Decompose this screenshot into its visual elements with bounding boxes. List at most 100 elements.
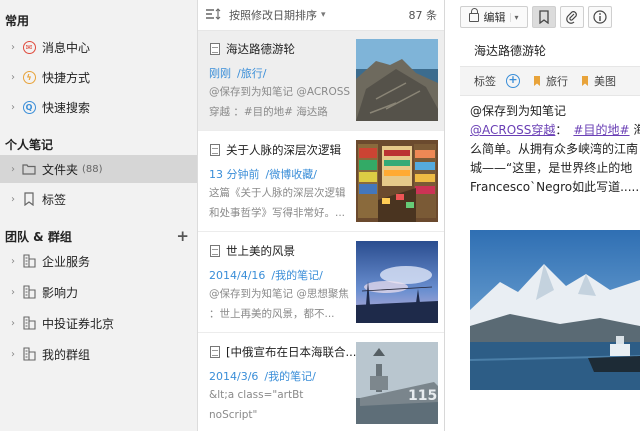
- sidebar-item-label: 文件夹: [42, 162, 79, 177]
- chevron-right-icon: ›: [11, 255, 15, 267]
- note-body[interactable]: @保存到为知笔记 @ACROSS穿越： #目的地# 海 么简单。从拥有众多峡湾的江…: [470, 102, 640, 197]
- note-folder[interactable]: /我的笔记/: [271, 269, 322, 282]
- chevron-down-icon[interactable]: ▾: [321, 10, 326, 20]
- group-icon: [22, 285, 36, 299]
- sidebar-item-tags[interactable]: › 标签: [0, 185, 197, 213]
- body-line: Francesco`Negro如此写道......: [470, 180, 640, 194]
- sidebar-item-message-center[interactable]: › ✉ 消息中心: [0, 33, 197, 61]
- note-count: 87 条: [408, 9, 438, 22]
- note-title-field[interactable]: 海达路德游轮: [474, 42, 546, 59]
- chevron-right-icon: ›: [11, 286, 15, 298]
- sidebar-item-folders[interactable]: › 文件夹 (88): [0, 155, 197, 183]
- note-title: 关于人脉的深层次逻辑: [226, 143, 341, 157]
- document-icon: [210, 144, 220, 156]
- edit-button[interactable]: 编辑 ▾: [460, 6, 528, 28]
- chevron-down-icon[interactable]: ▾: [510, 12, 519, 22]
- note-snippet: @保存到为知笔记 @ACROSS穿越 ：#目的地# 海达路: [209, 86, 351, 118]
- note-folder[interactable]: /微博收藏/: [266, 168, 317, 181]
- editor-toolbar: 编辑 ▾: [460, 0, 640, 34]
- sidebar-item-label: 标签: [42, 192, 67, 207]
- add-group-button[interactable]: +: [176, 227, 189, 245]
- body-text-fragment: ：: [555, 123, 568, 137]
- tag-bar-label: 标签: [474, 75, 496, 88]
- body-line: @保存到为知笔记: [470, 104, 567, 118]
- sidebar-item-shortcuts[interactable]: › ϟ 快捷方式: [0, 63, 197, 91]
- chevron-right-icon: ›: [11, 71, 15, 83]
- note-date: 13 分钟前: [209, 168, 260, 181]
- chevron-right-icon: ›: [11, 348, 15, 360]
- chevron-right-icon: ›: [11, 41, 15, 53]
- edit-button-label: 编辑: [483, 11, 506, 24]
- note-list: 按照修改日期排序 ▾ 87 条 海达路德游轮 刚刚/旅行/ @保存到为知笔记 @…: [198, 0, 445, 431]
- chevron-right-icon: ›: [11, 193, 15, 205]
- sidebar-item-label: 快捷方式: [42, 70, 91, 85]
- bookmark-button[interactable]: [532, 6, 556, 28]
- bookmark-icon: [582, 76, 588, 86]
- info-button[interactable]: [588, 6, 612, 28]
- document-icon: [210, 245, 220, 257]
- lock-icon: [469, 7, 480, 22]
- document-icon: [210, 43, 220, 55]
- lightning-icon: ϟ: [22, 70, 36, 84]
- sidebar-item-quick-search[interactable]: › Q 快速搜索: [0, 93, 197, 121]
- sidebar-item-ciccs-beijing[interactable]: › 中投证券北京: [0, 309, 197, 337]
- sidebar-item-influence[interactable]: › 影响力: [0, 278, 197, 306]
- body-line: 么简单。从拥有众多峡湾的江南: [470, 142, 639, 156]
- bookmark-icon: [534, 76, 540, 86]
- attachment-button[interactable]: [560, 6, 584, 28]
- chevron-right-icon: ›: [11, 101, 15, 113]
- chevron-right-icon: ›: [11, 317, 15, 329]
- sidebar-item-my-groups[interactable]: › 我的群组: [0, 340, 197, 368]
- note-date: 2014/3/6: [209, 370, 259, 383]
- sidebar-item-label: 我的群组: [42, 347, 91, 362]
- tag-label: 美图: [594, 75, 616, 88]
- search-icon: Q: [22, 100, 36, 114]
- tag-chip[interactable]: 美图: [582, 73, 616, 89]
- sidebar-item-label: 影响力: [42, 285, 79, 300]
- tag-icon: [22, 192, 36, 206]
- sidebar: 常用 › ✉ 消息中心 › ϟ 快捷方式 › Q 快速搜索 个人笔记 › 文件夹…: [0, 0, 198, 431]
- note-date: 2014/4/16: [209, 269, 266, 282]
- bookstore-thumbnail: [356, 140, 438, 222]
- note-folder[interactable]: /我的笔记/: [264, 370, 315, 383]
- folder-icon: [22, 162, 36, 176]
- sidebar-item-enterprise[interactable]: › 企业服务: [0, 247, 197, 275]
- sort-dropdown[interactable]: 按照修改日期排序: [229, 7, 317, 23]
- add-tag-button[interactable]: +: [506, 74, 520, 88]
- body-line: @ACROSS穿越： #目的地# 海: [470, 121, 640, 140]
- list-header: 按照修改日期排序 ▾ 87 条: [198, 0, 444, 31]
- note-title: 世上美的风景: [226, 244, 295, 258]
- document-icon: [210, 346, 220, 358]
- chevron-right-icon: ›: [11, 163, 15, 175]
- note-date: 刚刚: [209, 67, 231, 80]
- note-snippet: &lt;a class="artBt noScript" href="http:…: [209, 389, 304, 421]
- hashtag-link[interactable]: #目的地#: [573, 123, 629, 137]
- note-snippet: @保存到为知笔记 @思想聚焦 ：世上再美的风景，都不...: [209, 288, 349, 320]
- note-folder[interactable]: /旅行/: [237, 67, 266, 80]
- embedded-photo[interactable]: [470, 230, 640, 390]
- list-item[interactable]: [中俄宣布在日本海联合... 2014/3/6/我的笔记/ &lt;a clas…: [198, 334, 444, 431]
- group-icon: [22, 316, 36, 330]
- note-title: 海达路德游轮: [226, 42, 295, 56]
- warship-thumbnail: 115: [356, 342, 438, 424]
- anime-sky-thumbnail: [356, 241, 438, 323]
- sidebar-item-label: 中投证券北京: [42, 316, 115, 331]
- view-options-icon[interactable]: [205, 7, 221, 23]
- tag-chip[interactable]: 旅行: [534, 73, 568, 89]
- list-item[interactable]: 关于人脉的深层次逻辑 13 分钟前/微博收藏/ 这篇《关于人脉的深层次逻辑和处事…: [198, 132, 444, 232]
- note-title: [中俄宣布在日本海联合...: [226, 345, 357, 359]
- sidebar-item-label: 快速搜索: [42, 100, 91, 115]
- mention-link[interactable]: @ACROSS穿越: [470, 123, 555, 137]
- list-item[interactable]: 海达路德游轮 刚刚/旅行/ @保存到为知笔记 @ACROSS穿越 ：#目的地# …: [198, 31, 444, 131]
- note-editor: 编辑 ▾ 海达路德游轮 标签 + 旅行 美图 @保存到为知笔记 @ACROSS穿…: [446, 0, 640, 431]
- section-common: 常用: [5, 14, 30, 28]
- svg-text:115: 115: [408, 388, 437, 404]
- tag-label: 旅行: [546, 75, 568, 88]
- group-icon: [22, 254, 36, 268]
- note-snippet: 这篇《关于人脉的深层次逻辑和处事哲学》写得非常好。...: [209, 187, 346, 219]
- list-item[interactable]: 世上美的风景 2014/4/16/我的笔记/ @保存到为知笔记 @思想聚焦 ：世…: [198, 233, 444, 333]
- cliff-thumbnail: [356, 39, 438, 121]
- body-line: 城——“这里，是世界终止的地: [470, 161, 633, 175]
- message-icon: ✉: [22, 40, 36, 54]
- sidebar-item-label: 消息中心: [42, 40, 91, 55]
